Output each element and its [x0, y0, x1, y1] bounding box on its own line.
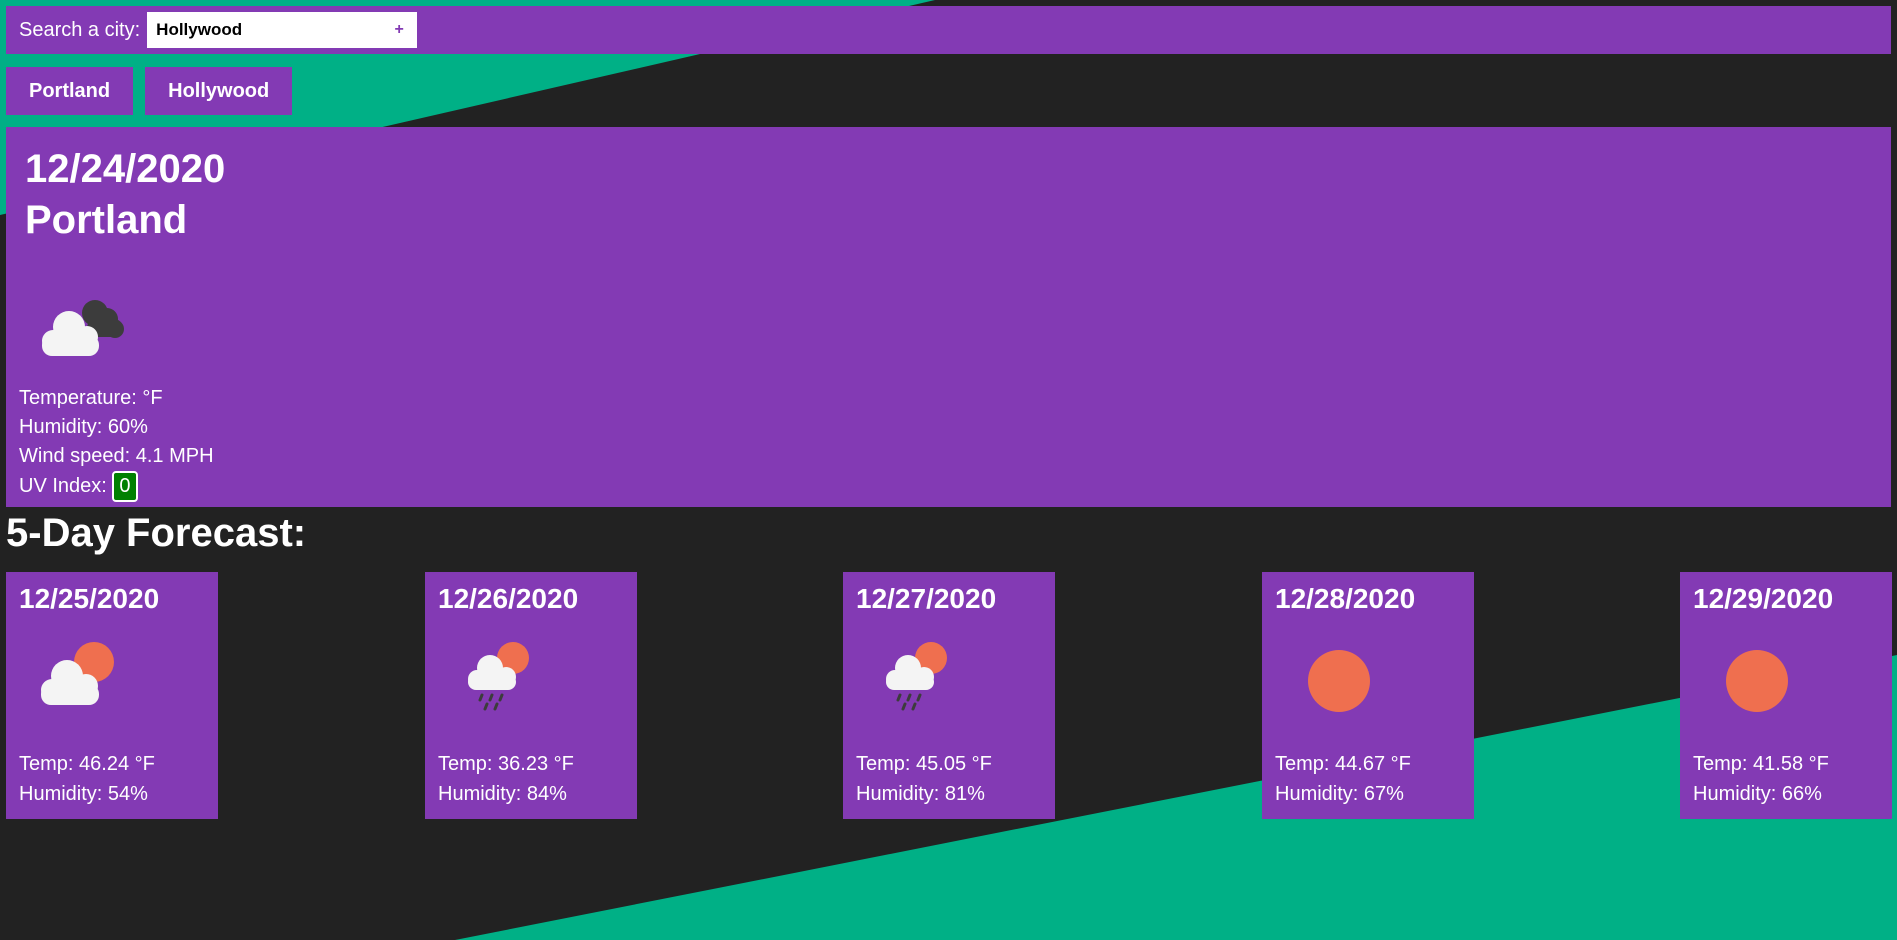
forecast-temp: Temp: 44.67 °F — [1275, 753, 1411, 775]
forecast-temp: Temp: 36.23 °F — [438, 753, 574, 775]
forecast-card: 12/28/2020 Temp: 44.67 °F Humidity: 67% — [1262, 572, 1474, 819]
rain-sun-icon — [468, 642, 529, 711]
forecast-humidity: Humidity: 54% — [19, 783, 148, 805]
current-temperature: Temperature: °F — [19, 387, 163, 409]
forecast-title: 5-Day Forecast: — [6, 511, 307, 555]
search-input[interactable] — [156, 20, 391, 40]
forecast-humidity: Humidity: 81% — [856, 783, 985, 805]
forecast-card: 12/25/2020 Temp: 46.24 °F Humidity: 54% — [6, 572, 218, 819]
search-box: + — [147, 12, 418, 48]
current-date: 12/24/2020 — [25, 147, 226, 191]
sun-icon — [1308, 650, 1370, 712]
uv-badge: 0 — [112, 471, 138, 502]
forecast-humidity: Humidity: 67% — [1275, 783, 1404, 805]
search-button[interactable]: + — [390, 21, 408, 39]
current-uv-row: UV Index: 0 — [19, 471, 214, 502]
city-history: Portland Hollywood — [6, 67, 304, 115]
current-stats: Temperature: °F Humidity: 60% Wind speed… — [19, 384, 214, 502]
history-button-hollywood[interactable]: Hollywood — [145, 67, 293, 115]
forecast-date: 12/26/2020 — [438, 583, 579, 614]
cloud-dark-cloud-icon — [42, 300, 124, 356]
forecast-card: 12/27/2020 Temp: 45.05 °F Humidity: 81% — [843, 572, 1055, 819]
partly-cloudy-icon — [41, 642, 114, 705]
forecast-temp: Temp: 46.24 °F — [19, 753, 155, 775]
uv-label: UV Index: — [19, 474, 107, 497]
forecast-date: 12/29/2020 — [1693, 583, 1834, 614]
forecast-temp: Temp: 45.05 °F — [856, 753, 992, 775]
current-wind: Wind speed: 4.1 MPH — [19, 445, 214, 467]
forecast-temp: Temp: 41.58 °F — [1693, 753, 1829, 775]
rain-sun-icon — [886, 642, 947, 711]
history-button-portland[interactable]: Portland — [6, 67, 134, 115]
current-city: Portland — [25, 198, 188, 242]
sun-icon — [1726, 650, 1788, 712]
search-bar: Search a city: + — [6, 6, 1891, 54]
forecast-card: 12/29/2020 Temp: 41.58 °F Humidity: 66% — [1680, 572, 1892, 819]
forecast-date: 12/28/2020 — [1275, 583, 1416, 614]
forecast-humidity: Humidity: 84% — [438, 783, 567, 805]
forecast-date: 12/25/2020 — [19, 583, 160, 614]
forecast-humidity: Humidity: 66% — [1693, 783, 1822, 805]
search-label: Search a city: — [19, 18, 141, 41]
current-weather-panel: 12/24/2020 Portland Temperature: °F Humi… — [6, 127, 1891, 507]
forecast-date: 12/27/2020 — [856, 583, 997, 614]
forecast-card: 12/26/2020 Temp: 36.23 °F Humidity: 84% — [425, 572, 637, 819]
current-humidity: Humidity: 60% — [19, 416, 148, 438]
